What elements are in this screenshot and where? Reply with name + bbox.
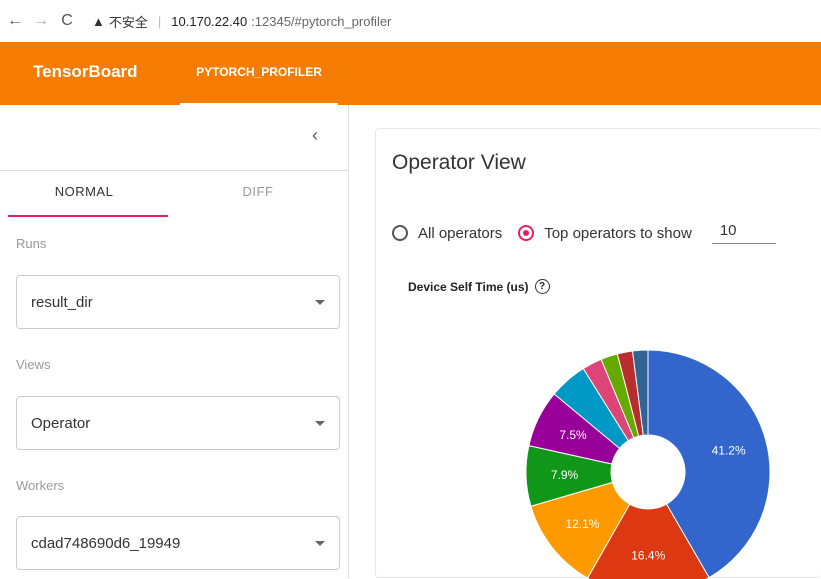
reload-icon[interactable]: C <box>56 12 78 30</box>
warning-icon: ▲ <box>92 13 105 29</box>
tab-label: PYTORCH_PROFILER <box>196 65 322 79</box>
runs-label: Runs <box>16 236 47 251</box>
slice-label: 12.1% <box>565 517 599 531</box>
views-select[interactable]: Operator <box>16 396 340 450</box>
views-label: Views <box>16 357 51 372</box>
views-select-value: Operator <box>31 415 91 432</box>
operator-view-card: Operator View All operators Top operator… <box>375 128 821 579</box>
chevron-down-icon <box>315 300 325 305</box>
sidebar: ‹ NORMAL DIFF Runs result_dir Views Oper… <box>0 105 349 578</box>
address-bar[interactable]: ▲ 不安全 | 10.170.22.40:12345/#pytorch_prof… <box>92 12 391 31</box>
browser-toolbar: ← → C ▲ 不安全 | 10.170.22.40:12345/#pytorc… <box>0 0 821 42</box>
sidebar-divider <box>0 170 348 171</box>
url-host: 10.170.22.40 <box>171 13 248 29</box>
tab-diff[interactable]: DIFF <box>168 184 348 199</box>
workers-label: Workers <box>16 478 65 493</box>
app-title: TensorBoard <box>33 62 138 81</box>
runs-select[interactable]: result_dir <box>16 275 340 329</box>
chevron-down-icon <box>315 541 325 546</box>
device-self-time-donut-chart: 41.2% 16.4% 12.1% 7.9% 7.5% <box>525 349 771 579</box>
back-icon[interactable]: ← <box>4 12 26 30</box>
forward-icon[interactable]: → <box>30 12 52 30</box>
slice-label: 7.5% <box>559 428 587 442</box>
workers-select[interactable]: cdad748690d6_19949 <box>16 516 340 570</box>
address-divider: | <box>157 13 162 29</box>
workers-select-value: cdad748690d6_19949 <box>31 535 181 552</box>
normal-tab-indicator <box>8 215 168 217</box>
chevron-down-icon <box>315 421 325 426</box>
slice-label: 7.9% <box>551 468 579 482</box>
tab-normal[interactable]: NORMAL <box>0 184 168 199</box>
slice-label: 41.2% <box>712 443 746 457</box>
url-path: :12345/#pytorch_profiler <box>251 13 392 29</box>
tab-pytorch-profiler[interactable]: PYTORCH_PROFILER <box>180 42 338 105</box>
app-header: TensorBoard PYTORCH_PROFILER <box>0 42 821 105</box>
collapse-sidebar-icon[interactable]: ‹ <box>312 125 318 146</box>
insecure-label: 不安全 <box>108 14 148 30</box>
runs-select-value: result_dir <box>31 294 93 311</box>
slice-label: 16.4% <box>631 548 665 562</box>
